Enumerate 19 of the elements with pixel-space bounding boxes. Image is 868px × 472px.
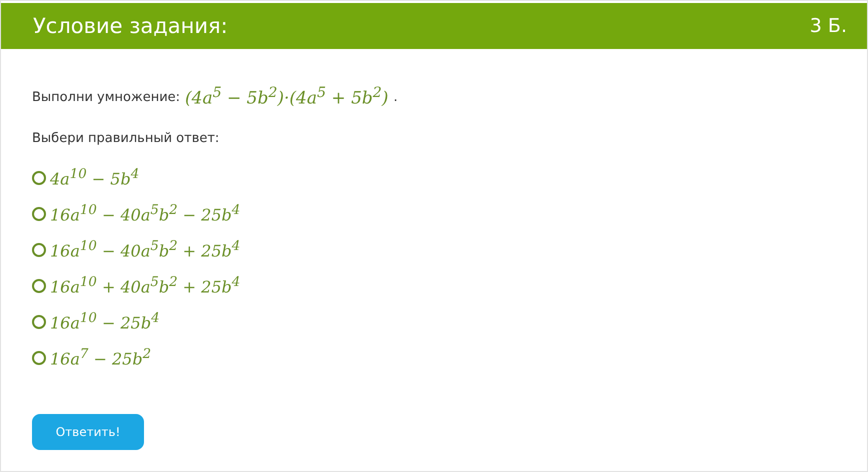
- answer-option[interactable]: 16a$^{7}$ − 25b$^{2}$: [50, 347, 152, 369]
- period-text: .: [393, 90, 398, 104]
- task-prompt: Выполни умножение:: [32, 90, 180, 104]
- points-label: 3 Б.: [810, 15, 847, 37]
- task-title: Условие задания:: [33, 14, 228, 38]
- radio-button[interactable]: [32, 207, 46, 221]
- radio-button[interactable]: [32, 171, 46, 185]
- radio-button[interactable]: [32, 351, 46, 365]
- answer-option[interactable]: 16a$^{10}$ − 40a$^{5}$b$^{2}$ − 25b$^{4}$: [50, 203, 240, 225]
- answer-option[interactable]: 16a$^{10}$ − 40a$^{5}$b$^{2}$ + 25b$^{4}$: [50, 239, 240, 261]
- radio-button[interactable]: [32, 243, 46, 257]
- radio-button[interactable]: [32, 279, 46, 293]
- math-expression: (4a$^{5}$ − 5b$^{2}$)·(4a$^{5}$ + 5b$^{2}$): [185, 85, 388, 109]
- answer-option[interactable]: 16a$^{10}$ + 40a$^{5}$b$^{2}$ + 25b$^{4}$: [50, 275, 240, 297]
- instruction-text: Выбери правильный ответ:: [32, 131, 220, 146]
- answer-option[interactable]: 16a$^{10}$ − 25b$^{4}$: [50, 311, 160, 333]
- submit-button[interactable]: Ответить!: [32, 414, 144, 450]
- radio-button[interactable]: [32, 315, 46, 329]
- answer-option[interactable]: 4a$^{10}$ − 5b$^{4}$: [50, 167, 140, 189]
